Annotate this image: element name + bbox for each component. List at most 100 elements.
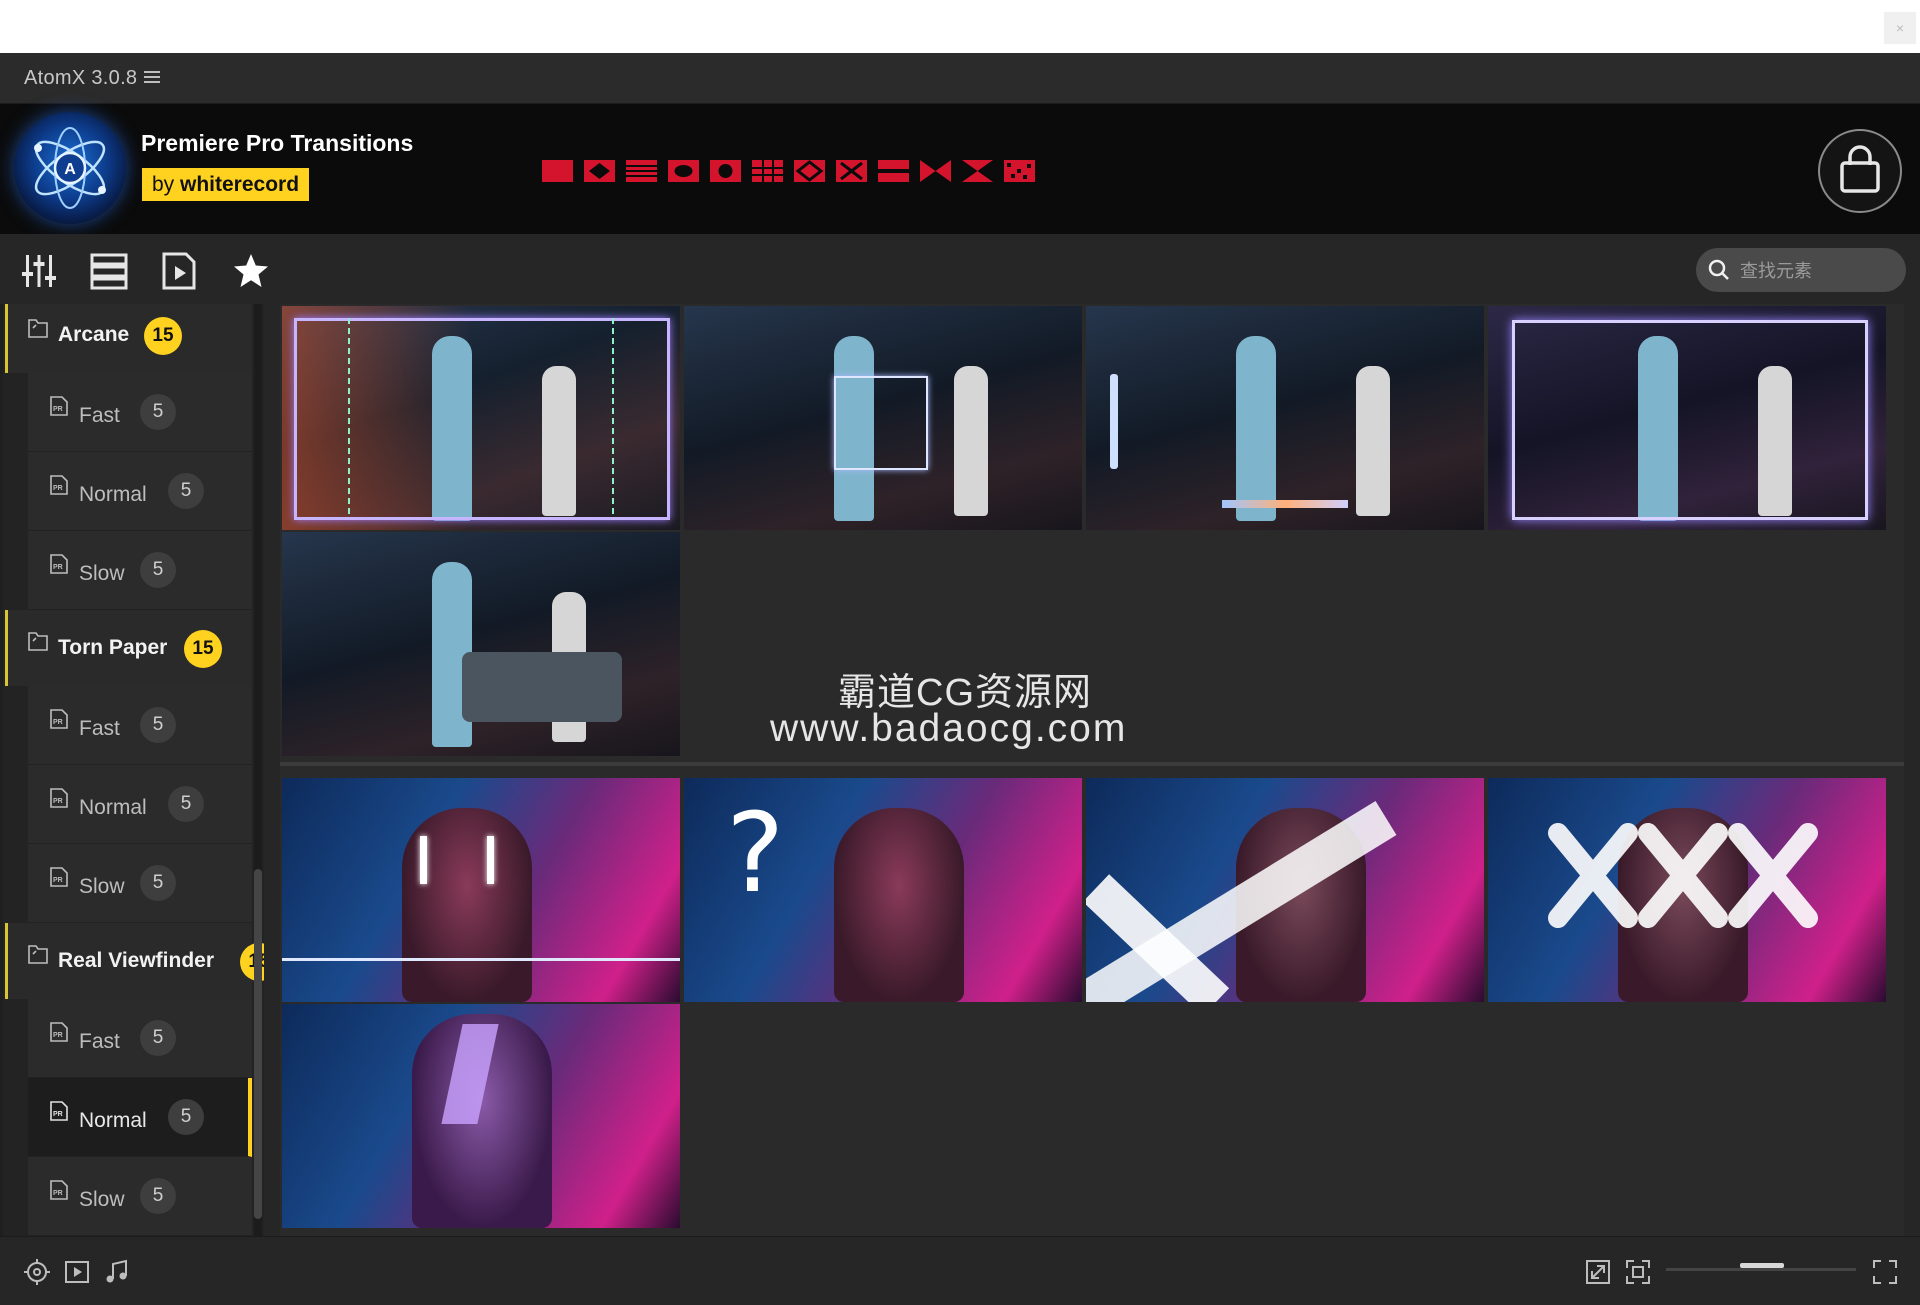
- category-real-viewfinder[interactable]: Real Viewfinder 15: [5, 923, 264, 999]
- preview-grid: ?: [280, 304, 1904, 1236]
- category-arcane[interactable]: Arcane 15: [5, 304, 252, 373]
- zoom-slider-handle[interactable]: [1740, 1263, 1784, 1268]
- preview-thumbnail[interactable]: [282, 778, 680, 1002]
- author-name: whiterecord: [180, 173, 300, 196]
- star-icon[interactable]: [232, 252, 270, 290]
- folder-icon: [28, 945, 48, 964]
- premiere-file-icon: PR: [50, 1180, 68, 1200]
- subcategory-label: Normal: [79, 483, 147, 506]
- subcategory-label: Slow: [79, 562, 125, 585]
- shop-bag-button[interactable]: [1818, 129, 1902, 213]
- zoom-slider-track[interactable]: [1666, 1268, 1856, 1271]
- hourglass-icon: [920, 160, 951, 182]
- subcategory-real-viewfinder-slow[interactable]: PR Slow 5: [28, 1157, 252, 1236]
- transition-type-icons: [542, 160, 1035, 184]
- shopping-bag-icon: [1840, 145, 1880, 193]
- status-bar: [0, 1236, 1920, 1305]
- sidebar-edge: [0, 304, 3, 1236]
- svg-text:PR: PR: [53, 1032, 63, 1039]
- group-divider: [280, 762, 1904, 766]
- subcategory-count-badge: 5: [140, 552, 176, 588]
- category-count-badge: 15: [184, 630, 222, 668]
- premiere-file-icon: PR: [50, 709, 68, 729]
- play-preview-icon[interactable]: [64, 1259, 90, 1285]
- premiere-file-icon: PR: [50, 788, 68, 808]
- preview-thumbnail[interactable]: [1488, 778, 1886, 1002]
- stripes-shape-icon: [626, 160, 657, 182]
- subcategory-arcane-fast[interactable]: PR Fast 5: [28, 373, 252, 452]
- subcategory-arcane-normal[interactable]: PR Normal 5: [28, 452, 252, 531]
- subcategory-label: Fast: [79, 404, 120, 427]
- subcategory-label: Slow: [79, 1188, 125, 1211]
- music-note-icon[interactable]: [104, 1259, 130, 1285]
- subcategory-count-badge: 5: [168, 473, 204, 509]
- folder-icon: [28, 319, 48, 338]
- subcategory-arcane-slow[interactable]: PR Slow 5: [28, 531, 252, 610]
- folder-icon: [28, 632, 48, 651]
- horizontal-bars-icon: [878, 160, 909, 182]
- category-torn-paper[interactable]: Torn Paper 15: [5, 610, 252, 686]
- preview-thumbnail[interactable]: [282, 1004, 680, 1228]
- category-label: Torn Paper: [58, 636, 168, 659]
- subcategory-label: Normal: [79, 1109, 147, 1132]
- subcategory-label: Normal: [79, 796, 147, 819]
- diamond-outline-icon: [794, 160, 825, 182]
- host-window-top-strip: ×: [0, 0, 1920, 54]
- sidebar-scrollbar-thumb[interactable]: [254, 869, 262, 1219]
- premiere-file-icon: PR: [50, 1101, 68, 1121]
- video-file-icon[interactable]: [160, 252, 198, 290]
- diamond-shape-icon: [584, 160, 615, 182]
- svg-text:PR: PR: [53, 485, 63, 492]
- svg-text:PR: PR: [53, 1111, 63, 1118]
- fit-frame-icon[interactable]: [1625, 1259, 1651, 1285]
- subcategory-count-badge: 5: [168, 786, 204, 822]
- category-label: Real Viewfinder: [58, 949, 215, 972]
- noise-texture-icon: [1004, 160, 1035, 182]
- bowtie-icon: [962, 160, 993, 182]
- panel-titlebar: AtomX 3.0.8: [0, 53, 1920, 104]
- fullscreen-icon[interactable]: [1872, 1259, 1898, 1285]
- search-icon: [1708, 259, 1729, 280]
- app-title: AtomX 3.0.8: [24, 67, 138, 89]
- subcategory-torn-paper-fast[interactable]: PR Fast 5: [28, 686, 252, 765]
- subcategory-torn-paper-normal[interactable]: PR Normal 5: [28, 765, 252, 844]
- resize-icon[interactable]: [1585, 1259, 1611, 1285]
- subcategory-count-badge: 5: [140, 707, 176, 743]
- preview-thumbnail[interactable]: [282, 532, 680, 756]
- host-close-button[interactable]: ×: [1884, 12, 1916, 44]
- search-input[interactable]: [1738, 248, 1902, 294]
- svg-text:PR: PR: [53, 406, 63, 413]
- svg-text:PR: PR: [53, 798, 63, 805]
- target-icon[interactable]: [24, 1259, 50, 1285]
- subcategory-label: Fast: [79, 1030, 120, 1053]
- subcategory-real-viewfinder-normal[interactable]: PR Normal 5: [28, 1078, 252, 1157]
- preview-thumbnail[interactable]: [1488, 306, 1886, 530]
- premiere-file-icon: PR: [50, 1022, 68, 1042]
- subcategory-count-badge: 5: [140, 865, 176, 901]
- list-view-icon[interactable]: [90, 252, 128, 290]
- svg-text:PR: PR: [53, 1190, 63, 1197]
- hamburger-menu-icon[interactable]: [144, 68, 160, 86]
- ellipse-shape-icon: [668, 160, 699, 182]
- x-cross-icon: [836, 160, 867, 182]
- subcategory-real-viewfinder-fast[interactable]: PR Fast 5: [28, 999, 252, 1078]
- preview-thumbnail[interactable]: [1086, 778, 1484, 1002]
- category-count-badge: 15: [144, 317, 182, 355]
- author-badge[interactable]: by whiterecord: [142, 168, 310, 201]
- svg-text:PR: PR: [53, 877, 63, 884]
- search-box: [1696, 248, 1906, 294]
- subcategory-count-badge: 5: [168, 1099, 204, 1135]
- subcategory-count-badge: 5: [140, 1178, 176, 1214]
- preview-thumbnail[interactable]: [282, 306, 680, 530]
- grid-shape-icon: [752, 160, 783, 182]
- category-label: Arcane: [58, 323, 130, 346]
- subcategory-torn-paper-slow[interactable]: PR Slow 5: [28, 844, 252, 923]
- preview-thumbnail[interactable]: [1086, 306, 1484, 530]
- subcategory-label: Slow: [79, 875, 125, 898]
- sliders-icon[interactable]: [20, 252, 58, 290]
- category-sidebar: Arcane 15 PR Fast 5 PR Normal 5 PR Slow …: [0, 304, 264, 1236]
- atomx-panel: AtomX 3.0.8 A Premiere Pro Transitions b…: [0, 53, 1920, 1305]
- preview-thumbnail[interactable]: [684, 306, 1082, 530]
- preview-thumbnail[interactable]: ?: [684, 778, 1082, 1002]
- svg-text:A: A: [64, 161, 76, 178]
